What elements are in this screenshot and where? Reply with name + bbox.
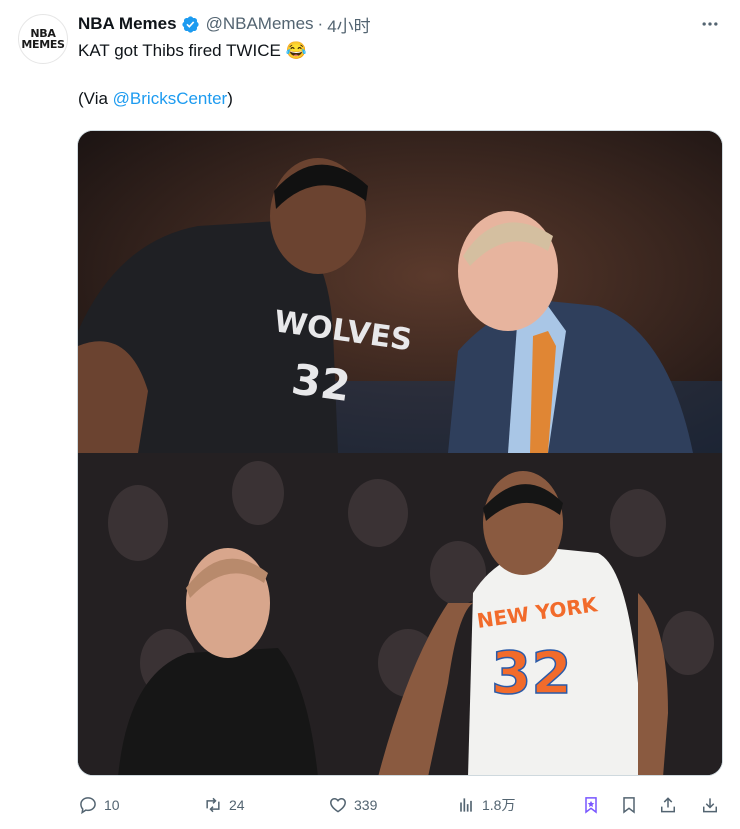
tweet-line-1: KAT got Thibs fired TWICE 😂 xyxy=(78,41,307,60)
reply-icon xyxy=(80,797,96,815)
repost-icon xyxy=(206,797,220,813)
tweet-media[interactable]: WOLVES 32 NEW YORK 32 xyxy=(77,130,723,776)
via-prefix: (Via xyxy=(78,89,113,108)
verified-badge-icon[interactable] xyxy=(181,15,200,34)
grok-icon xyxy=(585,797,597,814)
mention-link[interactable]: @BricksCenter xyxy=(113,89,228,108)
repost-button[interactable]: 24 xyxy=(203,792,245,818)
download-button[interactable] xyxy=(700,792,720,818)
action-bar: 10 24 339 1.8万 xyxy=(78,792,724,818)
repost-count: 24 xyxy=(229,797,245,813)
more-options-icon[interactable] xyxy=(698,12,722,36)
bottom-jersey-number: 32 xyxy=(491,639,572,707)
share-button[interactable] xyxy=(658,792,678,818)
download-icon xyxy=(703,798,717,813)
tweet-line-2: (Via @BricksCenter) xyxy=(78,88,307,110)
tweet-header: NBA Memes @NBAMemes · 4小时 xyxy=(78,12,371,36)
grok-button[interactable] xyxy=(581,792,601,818)
analytics-icon xyxy=(460,798,472,812)
share-icon xyxy=(661,797,675,813)
via-suffix: ) xyxy=(227,89,233,108)
views-button[interactable]: 1.8万 xyxy=(456,792,515,818)
reply-count: 10 xyxy=(104,797,120,813)
reply-button[interactable]: 10 xyxy=(78,792,120,818)
avatar-logo: NBA MEMES xyxy=(21,28,65,51)
media-photo-bottom: NEW YORK 32 xyxy=(78,453,722,775)
bookmark-icon xyxy=(623,797,635,814)
like-count: 339 xyxy=(354,797,378,813)
bookmark-button[interactable] xyxy=(619,792,639,818)
display-name[interactable]: NBA Memes xyxy=(78,14,177,34)
handle[interactable]: @NBAMemes xyxy=(206,14,314,34)
media-photo-top: WOLVES 32 xyxy=(78,131,722,453)
avatar-logo-line2: MEMES xyxy=(21,38,65,51)
tweet-text: KAT got Thibs fired TWICE 😂 (Via @Bricks… xyxy=(78,40,307,110)
timestamp[interactable]: 4小时 xyxy=(327,12,370,37)
separator-dot: · xyxy=(317,14,324,33)
views-count: 1.8万 xyxy=(482,797,516,813)
heart-icon xyxy=(330,797,346,813)
like-button[interactable]: 339 xyxy=(328,792,377,818)
top-jersey-number: 32 xyxy=(289,354,354,411)
avatar[interactable]: NBA MEMES xyxy=(18,14,68,64)
